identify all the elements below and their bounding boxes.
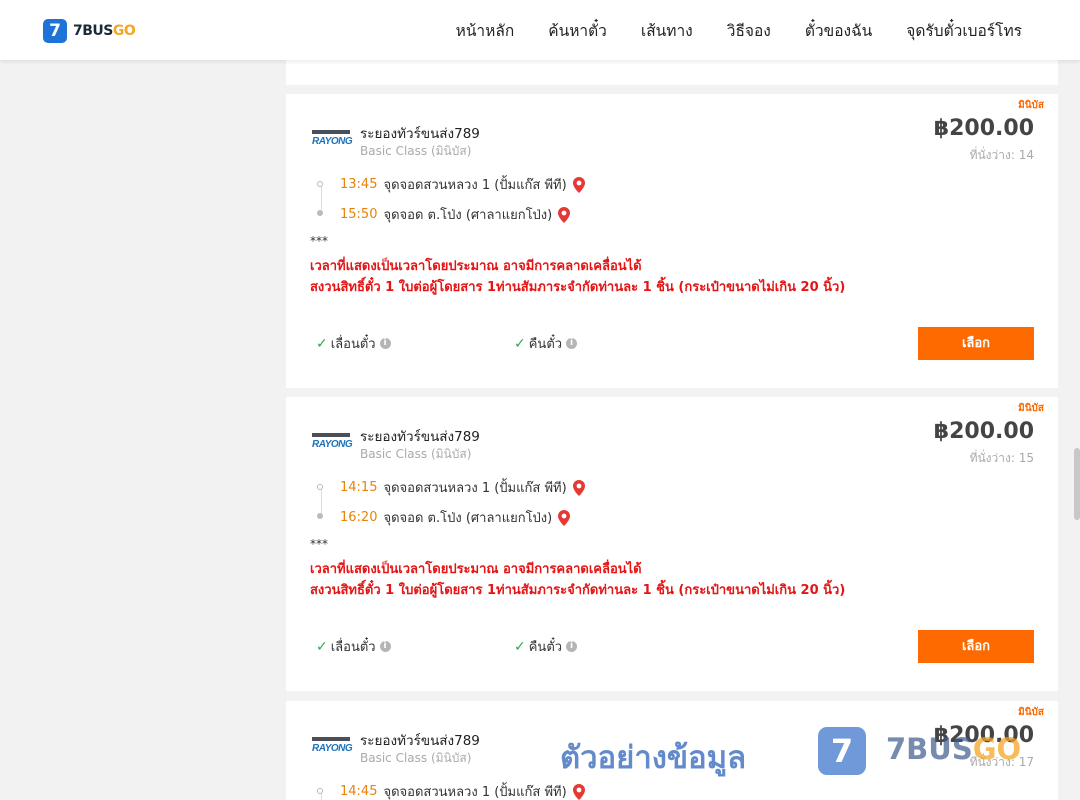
nav-routes[interactable]: เส้นทาง: [641, 18, 693, 43]
operator-name: ระยองทัวร์ขนส่ง789: [360, 429, 480, 445]
trip-price: ฿200.00: [933, 723, 1034, 748]
arrive-dot: [317, 513, 323, 519]
logo-text: 7BUSGO: [73, 23, 136, 39]
nav-my-tickets[interactable]: ตั๋วของฉัน: [805, 18, 872, 43]
seats-available: ที่นั่งว่าง: 15: [969, 451, 1034, 465]
nav-search-ticket[interactable]: ค้นหาตั๋ว: [548, 18, 607, 43]
route-line: [321, 793, 322, 800]
select-trip-button[interactable]: เลือก: [918, 630, 1034, 663]
depart-time: 13:45: [340, 177, 378, 192]
depart-dot: [317, 484, 323, 490]
arrive-dot: [317, 210, 323, 216]
arrive-time: 15:50: [340, 207, 378, 222]
trip-card: มินิบัส RAYONG ระยองทัวร์ขนส่ง789 Basic …: [286, 701, 1058, 800]
info-icon[interactable]: i: [566, 338, 578, 349]
page-scrollbar[interactable]: [1074, 60, 1080, 800]
select-trip-button[interactable]: เลือก: [918, 327, 1034, 360]
depart-time: 14:15: [340, 480, 378, 495]
bus-type-badge: มินิบัส: [1018, 403, 1044, 414]
feature-refund: ✓ คืนตั๋ว i: [514, 333, 578, 354]
site-logo[interactable]: 7 7BUSGO: [43, 19, 136, 43]
nav-how-to-book[interactable]: วิธีจอง: [727, 18, 771, 43]
arrive-time: 16:20: [340, 510, 378, 525]
depart-dot: [317, 788, 323, 794]
notice-line-2: สงวนสิทธิ์ตั๋ว 1 ใบต่อผู้โดยสาร 1ท่านสัม…: [310, 583, 846, 598]
check-icon: ✓: [316, 638, 328, 655]
bus-class: Basic Class (มินิบัส): [360, 751, 472, 765]
map-pin-icon[interactable]: [558, 206, 571, 223]
check-icon: ✓: [316, 335, 328, 352]
depart-place: จุดจอดสวนหลวง 1 (ปั้มแก๊ส พีที): [383, 178, 567, 193]
notice-line-2: สงวนสิทธิ์ตั๋ว 1 ใบต่อผู้โดยสาร 1ท่านสัม…: [310, 280, 846, 295]
logo-icon: 7: [43, 19, 67, 43]
operator-logo: RAYONG: [312, 737, 353, 757]
depart-place: จุดจอดสวนหลวง 1 (ปั้มแก๊ส พีที): [383, 481, 567, 496]
bus-type-badge: มินิบัส: [1018, 707, 1044, 718]
map-pin-icon[interactable]: [572, 783, 585, 800]
site-header: 7 7BUSGO หน้าหลัก ค้นหาตั๋ว เส้นทาง วิธี…: [0, 0, 1080, 60]
trip-card: มินิบัส RAYONG ระยองทัวร์ขนส่ง789 Basic …: [286, 397, 1058, 691]
depart-place: จุดจอดสวนหลวง 1 (ปั้มแก๊ส พีที): [383, 785, 567, 800]
operator-logo: RAYONG: [312, 130, 353, 150]
operator-name: ระยองทัวร์ขนส่ง789: [360, 126, 480, 142]
info-icon[interactable]: i: [566, 641, 578, 652]
operator-name: ระยองทัวร์ขนส่ง789: [360, 733, 480, 749]
departure-stop: 14:15 จุดจอดสวนหลวง 1 (ปั้มแก๊ส พีที): [340, 477, 585, 498]
bus-type-badge: มินิบัส: [1018, 100, 1044, 111]
feature-reschedule: ✓ เลื่อนตั๋ว i: [316, 333, 391, 354]
trip-price: ฿200.00: [933, 116, 1034, 141]
bus-class: Basic Class (มินิบัส): [360, 447, 472, 461]
main-nav: หน้าหลัก ค้นหาตั๋ว เส้นทาง วิธีจอง ตั๋วข…: [456, 0, 1022, 60]
arrive-place: จุดจอด ต.โป่ง (ศาลาแยกโป่ง): [383, 511, 553, 526]
arrive-place: จุดจอด ต.โป่ง (ศาลาแยกโป่ง): [383, 208, 553, 223]
arrival-stop: 15:50 จุดจอด ต.โป่ง (ศาลาแยกโป่ง): [340, 204, 571, 225]
bus-class: Basic Class (มินิบัส): [360, 144, 472, 158]
info-icon[interactable]: i: [379, 641, 391, 652]
note-stars: ***: [310, 234, 328, 248]
check-icon: ✓: [514, 638, 526, 655]
route-line: [321, 489, 322, 515]
operator-logo: RAYONG: [312, 433, 353, 453]
departure-stop: 13:45 จุดจอดสวนหลวง 1 (ปั้มแก๊ส พีที): [340, 174, 585, 195]
info-icon[interactable]: i: [379, 338, 391, 349]
trip-card: มินิบัส RAYONG ระยองทัวร์ขนส่ง789 Basic …: [286, 94, 1058, 388]
seats-available: ที่นั่งว่าง: 17: [969, 755, 1034, 769]
nav-home[interactable]: หน้าหลัก: [456, 18, 515, 43]
depart-dot: [317, 181, 323, 187]
check-icon: ✓: [514, 335, 526, 352]
depart-time: 14:45: [340, 784, 378, 799]
scrollbar-thumb[interactable]: [1074, 448, 1080, 520]
departure-stop: 14:45 จุดจอดสวนหลวง 1 (ปั้มแก๊ส พีที): [340, 781, 585, 800]
feature-reschedule: ✓ เลื่อนตั๋ว i: [316, 636, 391, 657]
notice-line-1: เวลาที่แสดงเป็นเวลาโดยประมาณ อาจมีการคลา…: [310, 562, 642, 577]
feature-refund: ✓ คืนตั๋ว i: [514, 636, 578, 657]
note-stars: ***: [310, 537, 328, 551]
nav-ticket-pickup-phone[interactable]: จุดรับตั๋วเบอร์โทร: [906, 18, 1022, 43]
map-pin-icon[interactable]: [572, 176, 585, 193]
route-line: [321, 186, 322, 212]
arrival-stop: 16:20 จุดจอด ต.โป่ง (ศาลาแยกโป่ง): [340, 507, 571, 528]
map-pin-icon[interactable]: [572, 479, 585, 496]
map-pin-icon[interactable]: [558, 509, 571, 526]
trip-price: ฿200.00: [933, 419, 1034, 444]
seats-available: ที่นั่งว่าง: 14: [969, 148, 1034, 162]
notice-line-1: เวลาที่แสดงเป็นเวลาโดยประมาณ อาจมีการคลา…: [310, 259, 642, 274]
